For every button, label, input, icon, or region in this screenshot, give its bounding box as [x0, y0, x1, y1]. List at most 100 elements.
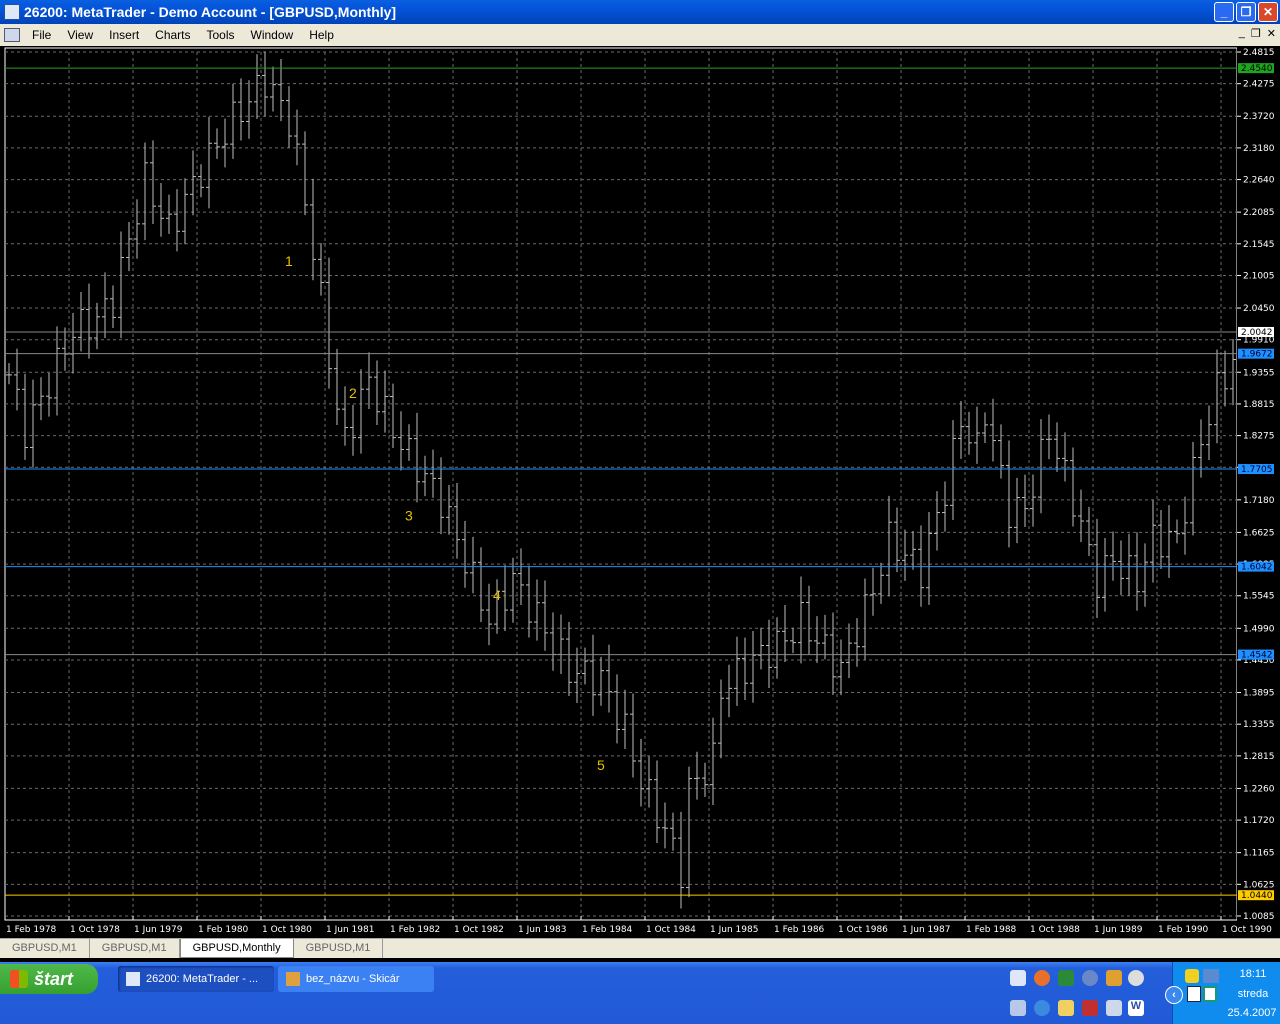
price-bar: [190, 150, 196, 216]
price-bar: [486, 583, 492, 646]
price-bar: [326, 257, 332, 389]
x-tick-label: 1 Feb 1980: [198, 925, 249, 935]
y-tick-label: 1.0085: [1243, 912, 1275, 922]
level-price-label: 2.0042: [1241, 328, 1273, 338]
price-bar: [1022, 474, 1028, 527]
price-bar: [94, 302, 100, 350]
price-bar: [1214, 349, 1220, 444]
menu-insert[interactable]: Insert: [101, 28, 147, 42]
level-price-label: 1.0440: [1241, 891, 1273, 901]
price-chart[interactable]: 2.4815 2.4275 2.3720 2.3180 2.2640 2.2085 2.15…: [0, 46, 1280, 936]
y-tick-label: 1.3895: [1243, 689, 1275, 699]
price-bar: [814, 616, 820, 663]
price-bar: [598, 656, 604, 706]
y-tick-label: 2.4815: [1243, 48, 1275, 58]
price-bar: [1086, 506, 1092, 556]
show-hidden-icons-button[interactable]: ‹: [1165, 986, 1183, 1004]
x-tick-label: 1 Jun 1979: [134, 925, 183, 935]
price-bar: [1110, 531, 1116, 581]
mdi-restore-button[interactable]: ❐: [1251, 27, 1261, 40]
y-tick-label: 1.8275: [1243, 432, 1275, 442]
price-bar: [910, 531, 916, 570]
price-bar: [998, 424, 1004, 479]
maximize-button[interactable]: ❐: [1236, 2, 1256, 22]
price-bar: [654, 760, 660, 844]
calculator-icon[interactable]: [1010, 1000, 1026, 1016]
price-bar: [318, 242, 324, 296]
price-bar: [542, 580, 548, 651]
price-bar: [686, 766, 692, 898]
excel-icon[interactable]: [1058, 970, 1074, 986]
price-bar: [790, 627, 796, 654]
tray-app-icon[interactable]: [1203, 986, 1217, 1002]
ie-icon[interactable]: [1034, 1000, 1050, 1016]
security-shield-icon[interactable]: [1185, 969, 1199, 983]
price-bar: [46, 372, 52, 417]
quicklaunch-icon[interactable]: [1010, 970, 1026, 986]
price-bar: [526, 565, 532, 638]
wave-label: 3: [405, 508, 413, 524]
price-bar: [558, 614, 564, 675]
task-label: 26200: MetaTrader - ...: [146, 973, 259, 985]
y-tick-label: 2.2085: [1243, 208, 1275, 218]
media-player-icon[interactable]: [1128, 970, 1144, 986]
price-bar: [1206, 405, 1212, 460]
menu-help[interactable]: Help: [301, 28, 342, 42]
task-paint[interactable]: bez_názvu - Skicár: [278, 966, 434, 992]
minimize-button[interactable]: _: [1214, 2, 1234, 22]
x-tick-label: 1 Oct 1982: [454, 925, 504, 935]
winamp-icon[interactable]: [1106, 970, 1122, 986]
menu-file[interactable]: File: [24, 28, 59, 42]
price-bar: [262, 51, 268, 117]
price-bar: [822, 614, 828, 660]
game-icon[interactable]: [1082, 1000, 1098, 1016]
price-bar: [718, 679, 724, 759]
price-bar: [582, 647, 588, 685]
price-bar: [902, 529, 908, 581]
chart-svg: 2.4815 2.4275 2.3720 2.3180 2.2640 2.2085 2.15…: [4, 46, 1280, 936]
price-bar: [702, 762, 708, 797]
network-app-icon[interactable]: [1106, 1000, 1122, 1016]
bs-icon[interactable]: [1082, 970, 1098, 986]
price-bar: [638, 738, 644, 807]
price-bar: [846, 623, 852, 679]
price-bar: [750, 631, 756, 703]
tab-gbpusd-m1[interactable]: GBPUSD,M1: [294, 939, 384, 958]
menu-view[interactable]: View: [59, 28, 101, 42]
price-bar: [422, 455, 428, 497]
level-price-label: 1.4542: [1241, 651, 1273, 661]
folder-icon[interactable]: [1058, 1000, 1074, 1016]
y-tick-label: 1.2815: [1243, 752, 1275, 762]
task-label: bez_názvu - Skicár: [306, 973, 400, 985]
y-tick-label: 2.0450: [1243, 304, 1275, 314]
y-tick-label: 2.1545: [1243, 240, 1275, 250]
price-bar: [926, 511, 932, 605]
start-button[interactable]: štart: [0, 964, 98, 994]
mdi-close-button[interactable]: ✕: [1267, 27, 1276, 40]
menu-tools[interactable]: Tools: [199, 28, 243, 42]
tab-gbpusd-monthly[interactable]: GBPUSD,Monthly: [179, 939, 294, 958]
menu-window[interactable]: Window: [243, 28, 302, 42]
firefox-icon[interactable]: [1034, 970, 1050, 986]
menu-charts[interactable]: Charts: [147, 28, 198, 42]
x-tick-label: 1 Oct 1990: [1222, 925, 1272, 935]
price-bar: [182, 178, 188, 245]
tab-gbpusd-m1[interactable]: GBPUSD,M1: [0, 939, 90, 958]
close-button[interactable]: ✕: [1258, 2, 1278, 22]
price-bar: [398, 411, 404, 471]
price-bar: [694, 751, 700, 800]
price-bar: [238, 78, 244, 141]
price-bar: [430, 449, 436, 498]
price-bar: [366, 352, 372, 410]
price-bar: [502, 565, 508, 632]
tab-gbpusd-m1[interactable]: GBPUSD,M1: [90, 939, 180, 958]
price-bar: [678, 811, 684, 909]
window-title: 26200: MetaTrader - Demo Account - [GBPU…: [24, 4, 397, 20]
task-metatrader[interactable]: 26200: MetaTrader - ...: [118, 966, 274, 992]
network-icon[interactable]: [1203, 969, 1219, 983]
y-tick-label: 1.1165: [1243, 849, 1275, 859]
plot-border: [4, 47, 1238, 921]
tray-app-icon[interactable]: [1187, 986, 1201, 1002]
mdi-minimize-button[interactable]: _: [1239, 27, 1245, 40]
word-icon[interactable]: W: [1128, 1000, 1144, 1016]
